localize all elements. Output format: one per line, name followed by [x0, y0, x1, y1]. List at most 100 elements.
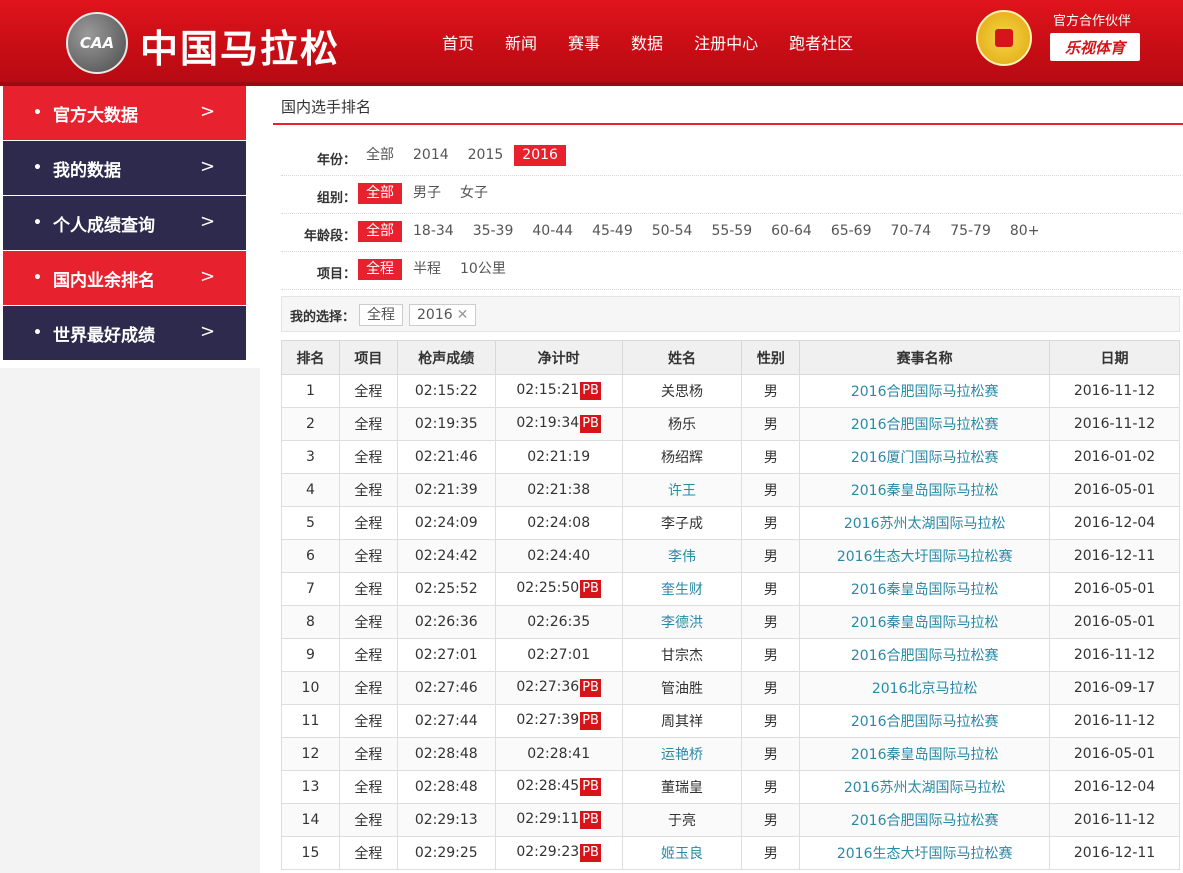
age-option[interactable]: 全部: [358, 221, 402, 242]
group-option[interactable]: 男子: [405, 183, 449, 204]
age-option[interactable]: 50-54: [644, 221, 701, 242]
age-option[interactable]: 18-34: [405, 221, 462, 242]
age-option[interactable]: 45-49: [584, 221, 641, 242]
column-header: 性别: [741, 340, 801, 375]
cell-event: 全程: [338, 572, 398, 606]
age-option[interactable]: 35-39: [465, 221, 522, 242]
cell-gender: 男: [741, 407, 801, 441]
athlete-name-text[interactable]: 奎生财: [661, 582, 703, 598]
race-name-text[interactable]: 2016合肥国际马拉松赛: [851, 813, 999, 829]
athlete-name-text[interactable]: 运艳桥: [661, 747, 703, 763]
cell-date: 2016-05-01: [1049, 473, 1180, 507]
nav-item-registration[interactable]: 注册中心: [694, 30, 758, 54]
athlete-name-text[interactable]: 李伟: [668, 549, 696, 565]
athlete-name-text[interactable]: 许王: [668, 483, 696, 499]
site-title[interactable]: 中国马拉松: [140, 18, 340, 73]
age-option[interactable]: 75-79: [942, 221, 999, 242]
race-name-text[interactable]: 2016苏州太湖国际马拉松: [844, 516, 1006, 532]
nav-item-data[interactable]: 数据: [631, 30, 663, 54]
age-option[interactable]: 40-44: [524, 221, 581, 242]
year-option[interactable]: 2015: [460, 145, 512, 166]
cell-rank: 11: [281, 704, 340, 738]
choice-chip-year[interactable]: 2016 ✕: [409, 304, 477, 326]
event-option[interactable]: 全程: [358, 259, 402, 280]
nav-item-news[interactable]: 新闻: [505, 30, 537, 54]
choice-chip-event[interactable]: 全程: [359, 304, 403, 326]
filter-options: 全部 男子 女子: [358, 183, 499, 204]
event-option[interactable]: 10公里: [452, 259, 514, 280]
race-name-text[interactable]: 2016苏州太湖国际马拉松: [844, 780, 1006, 796]
year-option[interactable]: 全部: [358, 145, 402, 166]
cell-net-time: 02:24:40: [494, 539, 623, 573]
gender-text: 男: [763, 813, 778, 829]
athlete-name-text: 杨绍辉: [661, 450, 703, 466]
cell-net-time: 02:25:50 PB: [494, 572, 623, 606]
table-row: 11 全程 02:27:44 02:27:39 PB 周其祥 男 2016合肥国际马拉松赛 20…: [281, 704, 1180, 738]
cell-date: 2016-12-04: [1049, 506, 1180, 540]
race-name-text[interactable]: 2016秦皇岛国际马拉松: [851, 582, 999, 598]
cell-rank: 12: [281, 737, 340, 771]
race-name-text[interactable]: 2016合肥国际马拉松赛: [851, 417, 999, 433]
gun-time-text: 02:27:44: [414, 713, 478, 729]
nav-item-community[interactable]: 跑者社区: [789, 30, 853, 54]
cell-athlete-name: 于亮: [621, 803, 743, 837]
cell-gun-time: 02:29:13: [396, 803, 496, 837]
partner-logo[interactable]: 乐视体育: [1050, 33, 1140, 61]
race-name-text[interactable]: 2016合肥国际马拉松赛: [851, 648, 999, 664]
group-option[interactable]: 全部: [358, 183, 402, 204]
gun-time-text: 02:24:42: [414, 548, 478, 564]
race-name-text[interactable]: 2016秦皇岛国际马拉松: [851, 615, 999, 631]
date-text: 2016-11-12: [1073, 647, 1156, 663]
gender-text: 男: [763, 516, 778, 532]
net-time-text: 02:19:34: [516, 415, 580, 431]
cell-net-time: 02:28:45 PB: [494, 770, 623, 804]
sidebar-item-official-data[interactable]: • 官方大数据 >: [3, 86, 246, 140]
sidebar-item-world-best[interactable]: • 世界最好成绩 >: [3, 306, 246, 360]
cell-gender: 男: [741, 605, 801, 639]
event-text: 全程: [354, 681, 383, 697]
pb-badge: PB: [580, 712, 601, 730]
table-row: 14 全程 02:29:13 02:29:11 PB 于亮 男 2016合肥国际马拉松赛 201…: [281, 803, 1180, 837]
bullet-icon: •: [33, 215, 42, 231]
caa-logo[interactable]: CAA: [66, 12, 128, 74]
race-name-text[interactable]: 2016北京马拉松: [872, 681, 978, 697]
age-option[interactable]: 65-69: [823, 221, 880, 242]
nav-item-home[interactable]: 首页: [442, 30, 474, 54]
event-text: 全程: [354, 450, 383, 466]
sidebar-item-personal-results[interactable]: • 个人成绩查询 >: [3, 196, 246, 250]
table-row: 2 全程 02:19:35 02:19:34 PB 杨乐 男 2016合肥国际马拉松赛 2016…: [281, 407, 1180, 441]
cell-date: 2016-11-12: [1049, 638, 1180, 672]
year-option[interactable]: 2016: [514, 145, 566, 166]
race-name-text[interactable]: 2016生态大圩国际马拉松赛: [837, 846, 1013, 862]
race-name-text[interactable]: 2016秦皇岛国际马拉松: [851, 747, 999, 763]
close-icon[interactable]: ✕: [457, 307, 469, 323]
table-row: 9 全程 02:27:01 02:27:01 甘宗杰 男 2016合肥国际马拉松赛 2016-…: [281, 638, 1180, 672]
age-option[interactable]: 55-59: [703, 221, 760, 242]
age-option[interactable]: 70-74: [883, 221, 940, 242]
chevron-right-icon: >: [200, 156, 216, 177]
race-name-text[interactable]: 2016生态大圩国际马拉松赛: [837, 549, 1013, 565]
race-name-text[interactable]: 2016合肥国际马拉松赛: [851, 714, 999, 730]
race-name-text[interactable]: 2016秦皇岛国际马拉松: [851, 483, 999, 499]
bullet-icon: •: [33, 325, 42, 341]
group-option[interactable]: 女子: [452, 183, 496, 204]
athlete-name-text[interactable]: 李德洪: [661, 615, 703, 631]
my-choices-label: 我的选择：: [290, 310, 356, 325]
athlete-name-text[interactable]: 姬玉良: [661, 846, 703, 862]
nav-item-events[interactable]: 赛事: [568, 30, 600, 54]
age-option[interactable]: 80+: [1002, 221, 1048, 242]
cell-athlete-name: 管油胜: [621, 671, 743, 705]
year-option[interactable]: 2014: [405, 145, 457, 166]
sidebar-item-domestic-ranking[interactable]: • 国内业余排名 >: [3, 251, 246, 305]
race-name-text[interactable]: 2016合肥国际马拉松赛: [851, 384, 999, 400]
rank-text: 13: [301, 779, 320, 795]
age-option[interactable]: 60-64: [763, 221, 820, 242]
event-option[interactable]: 半程: [405, 259, 449, 280]
cell-event: 全程: [338, 374, 398, 408]
race-name-text[interactable]: 2016厦门国际马拉松赛: [851, 450, 999, 466]
cell-date: 2016-11-12: [1049, 803, 1180, 837]
cell-athlete-name: 周其祥: [621, 704, 743, 738]
rank-text: 2: [305, 416, 315, 432]
sidebar-item-my-data[interactable]: • 我的数据 >: [3, 141, 246, 195]
athlete-name-text: 周其祥: [661, 714, 703, 730]
